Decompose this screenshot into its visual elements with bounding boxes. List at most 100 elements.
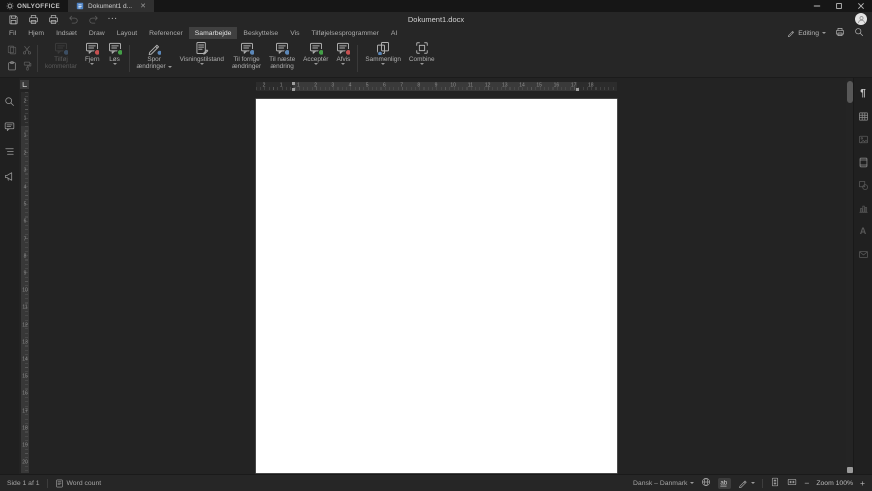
- tab-tilfoejelsesprogrammer[interactable]: Tilføjelsesprogrammer: [306, 27, 385, 39]
- right-indent-marker[interactable]: [575, 88, 579, 91]
- megaphone-icon: [4, 171, 15, 182]
- quick-print-icon: [48, 14, 59, 25]
- minimize-button[interactable]: [806, 0, 828, 12]
- tab-beskyttelse[interactable]: Beskyttelse: [237, 27, 284, 39]
- quick-print-button[interactable]: [46, 13, 60, 26]
- next-change-button[interactable]: Til næste ændring: [265, 40, 299, 76]
- tab-close-icon[interactable]: ✕: [140, 3, 146, 10]
- paste-icon: [7, 61, 17, 71]
- remove-comments-button[interactable]: Fjern: [81, 40, 104, 76]
- language-selector[interactable]: Dansk – Danmark: [633, 480, 695, 487]
- page-number-label[interactable]: Side 1 af 1: [7, 480, 40, 487]
- navigation-panel-button[interactable]: [2, 144, 17, 159]
- resolve-comments-button[interactable]: Løs: [104, 40, 126, 76]
- close-button[interactable]: [850, 0, 872, 12]
- horizontal-ruler[interactable]: 2 1 1 2 3 4 5 6 7 8 9 10 11 12 13 14 15 16 17 18: [256, 82, 617, 91]
- previous-change-button[interactable]: Til forrige ændringer: [228, 40, 265, 76]
- print-file-button[interactable]: [835, 27, 852, 44]
- tab-vis[interactable]: Vis: [284, 27, 305, 39]
- globe-icon: [701, 477, 711, 487]
- print-button[interactable]: [26, 13, 40, 26]
- redo-button[interactable]: [86, 13, 100, 26]
- paste-button[interactable]: [5, 59, 19, 74]
- document-tab[interactable]: Dokument1 d... ✕: [68, 0, 154, 12]
- undo-button[interactable]: [66, 13, 80, 26]
- tab-referencer[interactable]: Referencer: [143, 27, 189, 39]
- print-file-icon: [835, 27, 852, 44]
- cut-button[interactable]: [20, 43, 34, 58]
- add-comment-button[interactable]: Tilføj kommentar: [41, 40, 81, 76]
- text-art-settings-button[interactable]: A: [856, 224, 871, 239]
- header-footer-settings-button[interactable]: [856, 155, 871, 170]
- tab-layout[interactable]: Layout: [111, 27, 143, 39]
- combine-button[interactable]: Combine: [405, 40, 439, 76]
- window-controls: [806, 0, 872, 12]
- zoom-in-button[interactable]: +: [860, 479, 865, 488]
- onlyoffice-window: ONLYOFFICE Dokument1 d... ✕ Dokument1.do…: [0, 0, 872, 491]
- user-avatar[interactable]: [855, 13, 867, 25]
- vertical-ruler[interactable]: 2 1 1 2 3 4 5 6 7 8 9 10 11 12 13 14 15 16 17 18 19 20: [21, 92, 29, 473]
- chevron-down-icon: [112, 63, 117, 65]
- first-line-indent-marker[interactable]: [291, 82, 295, 85]
- mail-merge-settings-button[interactable]: [856, 247, 871, 262]
- compare-icon: [376, 41, 390, 55]
- shape-settings-button[interactable]: [856, 178, 871, 193]
- track-changes-toggle[interactable]: [738, 478, 756, 488]
- customize-quick-access-button[interactable]: ···: [106, 13, 120, 26]
- fit-page-button[interactable]: [770, 477, 780, 489]
- tab-stop-selector[interactable]: [20, 80, 29, 89]
- comments-panel-button[interactable]: [2, 119, 17, 134]
- chevron-down-icon: [341, 63, 346, 65]
- mail-merge-icon: [858, 249, 869, 260]
- save-button[interactable]: [6, 13, 20, 26]
- fit-width-button[interactable]: [787, 477, 797, 489]
- chevron-down-icon: [419, 63, 424, 65]
- tab-samarbejde[interactable]: Samarbejde: [188, 27, 238, 39]
- clipboard-group: [5, 43, 34, 74]
- tab-indsaet[interactable]: Indsæt: [50, 27, 83, 39]
- maximize-button[interactable]: [828, 0, 850, 12]
- ribbon-separator: [37, 44, 38, 72]
- feedback-button[interactable]: [2, 169, 17, 184]
- chevron-down-icon: [690, 482, 695, 484]
- next-change-icon: [275, 41, 290, 55]
- set-language-button[interactable]: [701, 477, 711, 489]
- image-icon: [858, 134, 869, 145]
- table-settings-button[interactable]: [856, 109, 871, 124]
- document-page[interactable]: [256, 99, 617, 473]
- header-footer-icon: [858, 157, 869, 168]
- accept-change-button[interactable]: Acceptér: [299, 40, 332, 76]
- image-settings-button[interactable]: [856, 132, 871, 147]
- find-button[interactable]: [2, 94, 17, 109]
- format-painter-icon: [22, 61, 32, 71]
- chart-icon: [858, 203, 869, 214]
- more-icon: ···: [108, 16, 118, 23]
- document-canvas: [19, 78, 854, 475]
- pencil-icon: [787, 29, 795, 37]
- tab-hjem[interactable]: Hjem: [22, 27, 50, 39]
- word-count-button[interactable]: Word count: [55, 479, 101, 488]
- status-left: Side 1 af 1 Word count: [0, 478, 101, 488]
- copy-style-button[interactable]: [20, 59, 34, 74]
- search-icon: [4, 96, 15, 107]
- display-mode-button[interactable]: Visningstilstand: [176, 40, 228, 76]
- search-button[interactable]: [854, 27, 864, 39]
- app-name: ONLYOFFICE: [17, 2, 61, 10]
- track-changes-button[interactable]: Spor ændringer: [133, 40, 176, 76]
- reject-change-button[interactable]: Afvis: [332, 40, 354, 76]
- copy-button[interactable]: [5, 43, 19, 58]
- left-indent-marker[interactable]: [291, 88, 295, 91]
- print-icon: [28, 14, 39, 25]
- app-menu-button[interactable]: ONLYOFFICE: [0, 0, 68, 12]
- tab-ai[interactable]: AI: [385, 27, 403, 39]
- tab-fil[interactable]: Fil: [3, 27, 22, 39]
- compare-button[interactable]: Sammenlign: [361, 40, 405, 76]
- paragraph-settings-button[interactable]: ¶: [856, 86, 871, 101]
- track-changes-icon: [147, 41, 162, 55]
- editing-mode-dropdown[interactable]: Editing: [787, 29, 826, 37]
- zoom-out-button[interactable]: −: [804, 479, 809, 488]
- chart-settings-button[interactable]: [856, 201, 871, 216]
- svg-text:ab: ab: [721, 479, 728, 486]
- spell-check-toggle[interactable]: ab: [718, 477, 732, 489]
- tab-draw[interactable]: Draw: [83, 27, 111, 39]
